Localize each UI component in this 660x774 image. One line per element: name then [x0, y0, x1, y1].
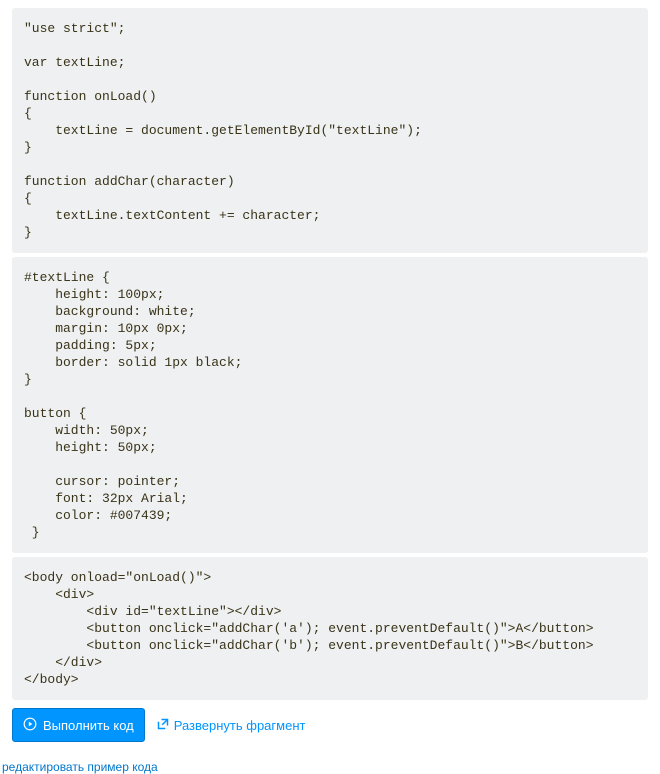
code-block-js[interactable]: "use strict"; var textLine; function onL…: [12, 8, 648, 253]
expand-snippet-link[interactable]: Развернуть фрагмент: [157, 718, 306, 733]
expand-icon: [157, 718, 169, 733]
snippet-container: "use strict"; var textLine; function onL…: [0, 0, 660, 754]
code-block-html[interactable]: <body onload="onLoad()"> <div> <div id="…: [12, 557, 648, 700]
run-code-button[interactable]: Выполнить код: [12, 708, 145, 742]
play-icon: [23, 717, 37, 733]
expand-snippet-label: Развернуть фрагмент: [174, 718, 306, 733]
run-code-label: Выполнить код: [43, 719, 134, 732]
code-block-css[interactable]: #textLine { height: 100px; background: w…: [12, 257, 648, 553]
snippet-controls: Выполнить код Развернуть фрагмент: [12, 708, 648, 742]
edit-code-link[interactable]: редактировать пример кода: [0, 760, 158, 774]
